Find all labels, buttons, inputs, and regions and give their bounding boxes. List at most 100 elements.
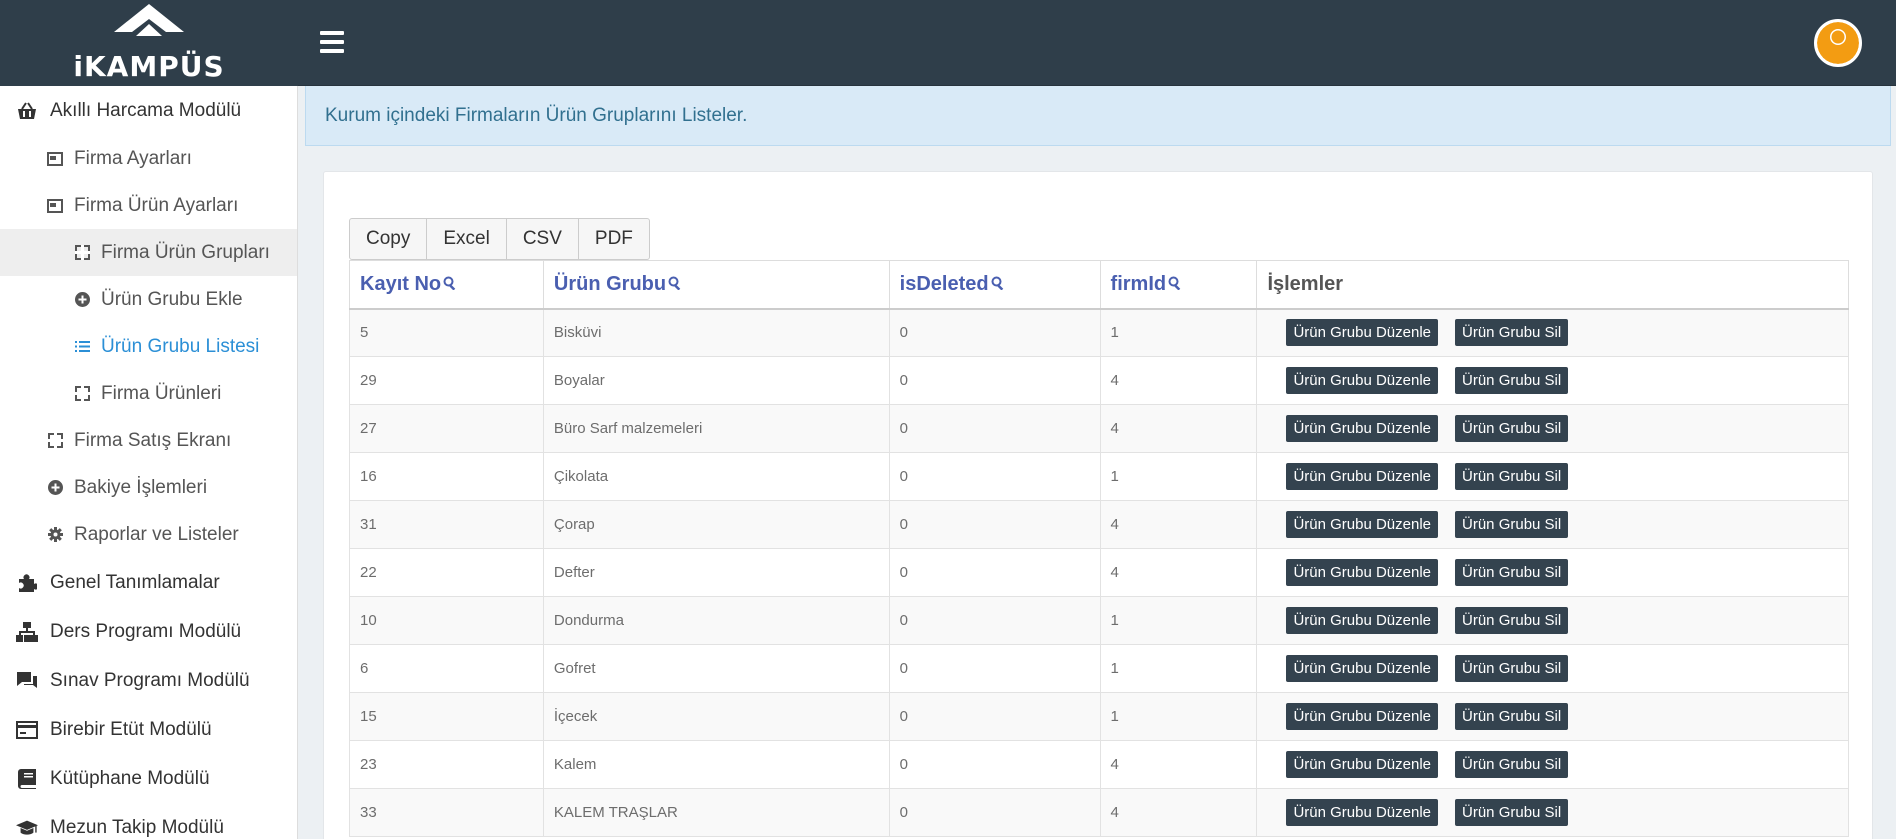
edit-group-button[interactable]: Ürün Grubu Düzenle <box>1286 655 1439 682</box>
sidebar-item-genel-tanimlamalar[interactable]: Genel Tanımlamalar <box>0 558 297 607</box>
edit-group-button[interactable]: Ürün Grubu Düzenle <box>1286 559 1439 586</box>
sidebar-item-label: Ürün Grubu Ekle <box>101 288 243 310</box>
search-icon[interactable] <box>1168 273 1182 296</box>
delete-group-button[interactable]: Ürün Grubu Sil <box>1455 655 1569 682</box>
table-cell-group: Defter <box>542 548 890 597</box>
delete-group-button[interactable]: Ürün Grubu Sil <box>1455 511 1569 538</box>
delete-group-button[interactable]: Ürün Grubu Sil <box>1455 703 1569 730</box>
table-row: 31 Çorap 0 4 Ürün Grubu Düzenle Ürün Grubu Si… <box>349 500 1849 549</box>
sidebar-item-firma-satis-ekrani[interactable]: Firma Satış Ekranı <box>0 417 297 464</box>
logo[interactable]: iKAMPÜS <box>0 0 298 86</box>
table-row: 6 Gofret 0 1 Ürün Grubu Düzenle Ürün Grubu Si… <box>349 644 1849 693</box>
search-icon[interactable] <box>668 273 682 296</box>
delete-group-button[interactable]: Ürün Grubu Sil <box>1455 415 1569 442</box>
copy-button[interactable]: Copy <box>349 218 428 260</box>
sidebar-item-label: Birebir Etüt Modülü <box>50 718 212 740</box>
table-cell-deleted: 0 <box>888 308 1101 357</box>
sidebar-item-firma-urun-gruplari[interactable]: Firma Ürün Grupları <box>0 229 297 276</box>
sidebar-item-mezun-takip[interactable]: Mezun Takip Modülü <box>0 803 297 839</box>
sidebar-item-urun-grubu-ekle[interactable]: Ürün Grubu Ekle <box>0 276 297 323</box>
menu-toggle-icon[interactable] <box>318 28 346 56</box>
basket-icon <box>16 100 38 122</box>
sidebar-item-label: Ürün Grubu Listesi <box>101 335 260 357</box>
product-group-table: Kayıt No Ürün Grubu isDeleted firmId İşl… <box>349 260 1849 837</box>
plus-circle-icon <box>74 292 90 308</box>
sidebar-item-firma-urunleri[interactable]: Firma Ürünleri <box>0 370 297 417</box>
sidebar-item-ders-programi[interactable]: Ders Programı Modülü <box>0 607 297 656</box>
edit-group-button[interactable]: Ürün Grubu Düzenle <box>1286 319 1439 347</box>
sidebar-item-kutuphane[interactable]: Kütüphane Modülü <box>0 754 297 803</box>
table-row: 22 Defter 0 4 Ürün Grubu Düzenle Ürün Grubu S… <box>349 548 1849 597</box>
delete-group-button[interactable]: Ürün Grubu Sil <box>1455 463 1569 490</box>
plus-circle-icon <box>47 480 63 496</box>
sidebar-item-bakiye-islemleri[interactable]: Bakiye İşlemleri <box>0 464 297 511</box>
delete-group-button[interactable]: Ürün Grubu Sil <box>1455 607 1569 634</box>
user-avatar[interactable] <box>1814 19 1862 67</box>
table-cell-deleted: 0 <box>888 788 1101 837</box>
sidebar-item-label: Sınav Programı Modülü <box>50 669 250 691</box>
table-cell-actions: Ürün Grubu Düzenle Ürün Grubu Sil <box>1256 500 1849 549</box>
table-cell-deleted: 0 <box>888 500 1101 549</box>
table-cell-deleted: 0 <box>888 740 1101 789</box>
graduation-cap-icon <box>16 817 38 839</box>
search-icon[interactable] <box>991 273 1005 296</box>
table-cell-deleted: 0 <box>888 548 1101 597</box>
edit-group-button[interactable]: Ürün Grubu Düzenle <box>1286 463 1439 490</box>
column-header-label: isDeleted <box>899 272 989 295</box>
table-cell-actions: Ürün Grubu Düzenle Ürün Grubu Sil <box>1256 596 1849 645</box>
edit-group-button[interactable]: Ürün Grubu Düzenle <box>1286 607 1439 634</box>
delete-group-button[interactable]: Ürün Grubu Sil <box>1455 319 1569 347</box>
delete-group-button[interactable]: Ürün Grubu Sil <box>1455 751 1569 778</box>
search-icon[interactable] <box>443 273 457 296</box>
table-cell-actions: Ürün Grubu Düzenle Ürün Grubu Sil <box>1256 548 1849 597</box>
table-cell-firm: 1 <box>1099 452 1258 501</box>
delete-group-button[interactable]: Ürün Grubu Sil <box>1455 799 1569 826</box>
table-cell-group: Çorap <box>542 500 890 549</box>
list-icon <box>74 339 90 355</box>
excel-button[interactable]: Excel <box>426 218 507 260</box>
sidebar-item-label: Mezun Takip Modülü <box>50 816 224 838</box>
table-row: 16 Çikolata 0 1 Ürün Grubu Düzenle Ürün Grubu… <box>349 452 1849 501</box>
delete-group-button[interactable]: Ürün Grubu Sil <box>1455 367 1569 394</box>
grid-icon <box>74 245 90 261</box>
table-cell-group: Dondurma <box>542 596 890 645</box>
sidebar-item-firma-urun-ayarlari[interactable]: Firma Ürün Ayarları <box>0 182 297 229</box>
sidebar-item-urun-grubu-listesi[interactable]: Ürün Grubu Listesi <box>0 323 297 370</box>
column-header-group[interactable]: Ürün Grubu <box>542 260 890 310</box>
column-header-id[interactable]: Kayıt No <box>349 260 544 310</box>
edit-group-button[interactable]: Ürün Grubu Düzenle <box>1286 751 1439 778</box>
delete-group-button[interactable]: Ürün Grubu Sil <box>1455 559 1569 586</box>
table-cell-firm: 4 <box>1099 548 1258 597</box>
csv-button[interactable]: CSV <box>505 218 579 260</box>
table-row: 15 İçecek 0 1 Ürün Grubu Düzenle Ürün Grubu S… <box>349 692 1849 741</box>
table-cell-actions: Ürün Grubu Düzenle Ürün Grubu Sil <box>1256 740 1849 789</box>
sidebar-item-label: Genel Tanımlamalar <box>50 571 220 593</box>
edit-group-button[interactable]: Ürün Grubu Düzenle <box>1286 703 1439 730</box>
table-cell-group: Çikolata <box>542 452 890 501</box>
sidebar-item-label: Firma Ürün Grupları <box>101 241 270 263</box>
column-header-deleted[interactable]: isDeleted <box>888 260 1101 310</box>
table-cell-id: 29 <box>349 356 544 405</box>
card-icon <box>16 719 38 741</box>
table-cell-deleted: 0 <box>888 452 1101 501</box>
sidebar-item-firma-ayarlari[interactable]: Firma Ayarları <box>0 135 297 182</box>
column-header-actions: İşlemler <box>1256 260 1849 310</box>
table-cell-actions: Ürün Grubu Düzenle Ürün Grubu Sil <box>1256 404 1849 453</box>
table-cell-actions: Ürün Grubu Düzenle Ürün Grubu Sil <box>1256 788 1849 837</box>
pdf-button[interactable]: PDF <box>577 218 650 260</box>
sidebar-item-akilli-harcama[interactable]: Akıllı Harcama Modülü <box>0 86 297 135</box>
edit-group-button[interactable]: Ürün Grubu Düzenle <box>1286 415 1439 442</box>
grid-icon <box>74 386 90 402</box>
table-cell-firm: 4 <box>1099 788 1258 837</box>
edit-group-button[interactable]: Ürün Grubu Düzenle <box>1286 511 1439 538</box>
export-button-group: Copy Excel CSV PDF <box>349 218 650 260</box>
table-cell-id: 5 <box>349 308 544 357</box>
sidebar-item-birebir-etut[interactable]: Birebir Etüt Modülü <box>0 705 297 754</box>
table-row: 29 Boyalar 0 4 Ürün Grubu Düzenle Ürün Grubu … <box>349 356 1849 405</box>
edit-group-button[interactable]: Ürün Grubu Düzenle <box>1286 799 1439 826</box>
edit-group-button[interactable]: Ürün Grubu Düzenle <box>1286 367 1439 394</box>
sidebar-item-sinav-programi[interactable]: Sınav Programı Modülü <box>0 656 297 705</box>
column-header-firm[interactable]: firmId <box>1099 260 1258 310</box>
sidebar-item-raporlar[interactable]: Raporlar ve Listeler <box>0 511 297 558</box>
table-row: 5 Bisküvi 0 1 Ürün Grubu Düzenle Ürün Grubu S… <box>349 308 1849 357</box>
